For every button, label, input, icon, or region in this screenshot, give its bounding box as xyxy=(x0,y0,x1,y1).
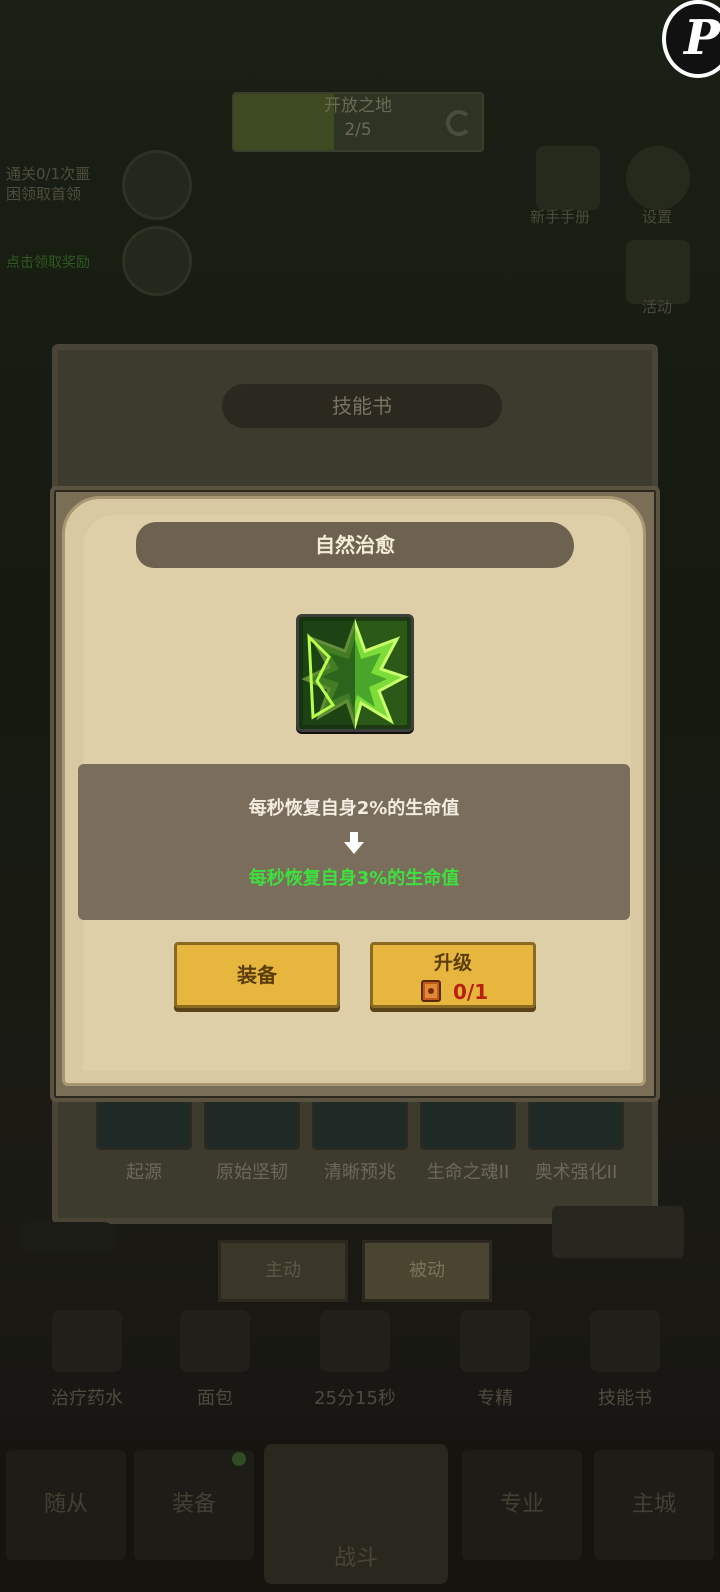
potion-icon xyxy=(52,1310,122,1372)
quest-reward-text[interactable]: 点击领取奖励 xyxy=(6,252,90,272)
upgrade-button[interactable]: 升级 0/1 xyxy=(370,942,536,1008)
nav-equipment[interactable]: 装备 xyxy=(134,1450,254,1560)
nav-companion[interactable]: 随从 xyxy=(6,1450,126,1560)
down-arrow-icon xyxy=(344,832,364,854)
skill-book-title: 技能书 xyxy=(222,384,502,428)
item-healing-potion[interactable]: 治疗药水 xyxy=(32,1310,142,1410)
quest-line-1: 通关0/1次噩 xyxy=(6,165,91,183)
next-effect-text: 每秒恢复自身3%的生命值 xyxy=(248,868,460,889)
effect-description-box: 每秒恢复自身2%的生命值 每秒恢复自身3%的生命值 xyxy=(78,764,630,920)
equip-button-label: 装备 xyxy=(237,963,277,987)
refresh-icon[interactable] xyxy=(446,110,472,136)
nav-city[interactable]: 主城 xyxy=(594,1450,714,1560)
manual-icon[interactable] xyxy=(536,146,600,210)
item-skill-book[interactable]: 技能书 xyxy=(570,1310,680,1410)
tab-active[interactable]: 主动 xyxy=(218,1240,348,1302)
item-label: 面包 xyxy=(197,1388,233,1409)
skill-book-icon xyxy=(590,1310,660,1372)
skill-detail-modal: 自然治愈 每秒恢复自身2%的生命值 每秒恢复自身3%的生命值 装备 升级 0/1 xyxy=(50,486,660,1102)
pinterest-logo: P xyxy=(662,0,720,78)
item-label: 治疗药水 xyxy=(51,1388,123,1409)
timer-label: 25分15秒 xyxy=(314,1388,396,1409)
item-bread[interactable]: 面包 xyxy=(160,1310,270,1410)
modal-title-band: 自然治愈 xyxy=(136,522,574,568)
item-label: 技能书 xyxy=(598,1388,652,1409)
item-timer[interactable]: 25分15秒 xyxy=(300,1310,410,1410)
nature-heal-icon xyxy=(296,614,414,732)
skill-name: 奥术强化II xyxy=(534,1162,618,1183)
side-label-settings: 设置 xyxy=(642,208,673,226)
quest-button-1[interactable] xyxy=(122,150,192,220)
item-label: 专精 xyxy=(477,1388,513,1409)
stage-name: 开放之地 xyxy=(324,96,392,116)
nav-battle-label: 战斗 xyxy=(333,1546,378,1571)
upgrade-button-label: 升级 xyxy=(433,952,472,974)
toggle-switch[interactable] xyxy=(18,1222,118,1252)
skill-name: 生命之魂II xyxy=(426,1162,510,1183)
bread-icon xyxy=(180,1310,250,1372)
upgrade-cost-text: 0/1 xyxy=(453,980,489,1004)
quest-text[interactable]: 通关0/1次噩 困领取首领 xyxy=(6,164,90,204)
quest-line-2: 困领取首领 xyxy=(6,185,82,203)
gear-icon[interactable] xyxy=(626,146,690,210)
skill-book-icon xyxy=(421,980,441,1002)
chest-icon xyxy=(320,1310,390,1372)
skill-name: 清晰预兆 xyxy=(324,1162,396,1183)
skill-name: 原始坚韧 xyxy=(216,1162,288,1183)
current-effect-text: 每秒恢复自身2%的生命值 xyxy=(248,798,460,819)
item-mastery[interactable]: 专精 xyxy=(440,1310,550,1410)
side-label-activity: 活动 xyxy=(642,298,673,316)
notification-dot xyxy=(232,1452,246,1466)
nav-battle[interactable]: 战斗 xyxy=(264,1444,448,1584)
side-button[interactable] xyxy=(552,1206,684,1258)
stage-progress: 2/5 xyxy=(344,120,372,140)
calendar-icon[interactable] xyxy=(626,240,690,304)
quest-button-2[interactable] xyxy=(122,226,192,296)
nav-profession[interactable]: 专业 xyxy=(462,1450,582,1560)
skill-name: 起源 xyxy=(126,1162,162,1183)
equip-button[interactable]: 装备 xyxy=(174,942,340,1008)
mastery-icon xyxy=(460,1310,530,1372)
modal-title: 自然治愈 xyxy=(315,533,395,557)
stage-banner[interactable]: 开放之地 2/5 xyxy=(232,92,484,152)
side-label-manual: 新手手册 xyxy=(530,208,591,226)
tab-passive[interactable]: 被动 xyxy=(362,1240,492,1302)
